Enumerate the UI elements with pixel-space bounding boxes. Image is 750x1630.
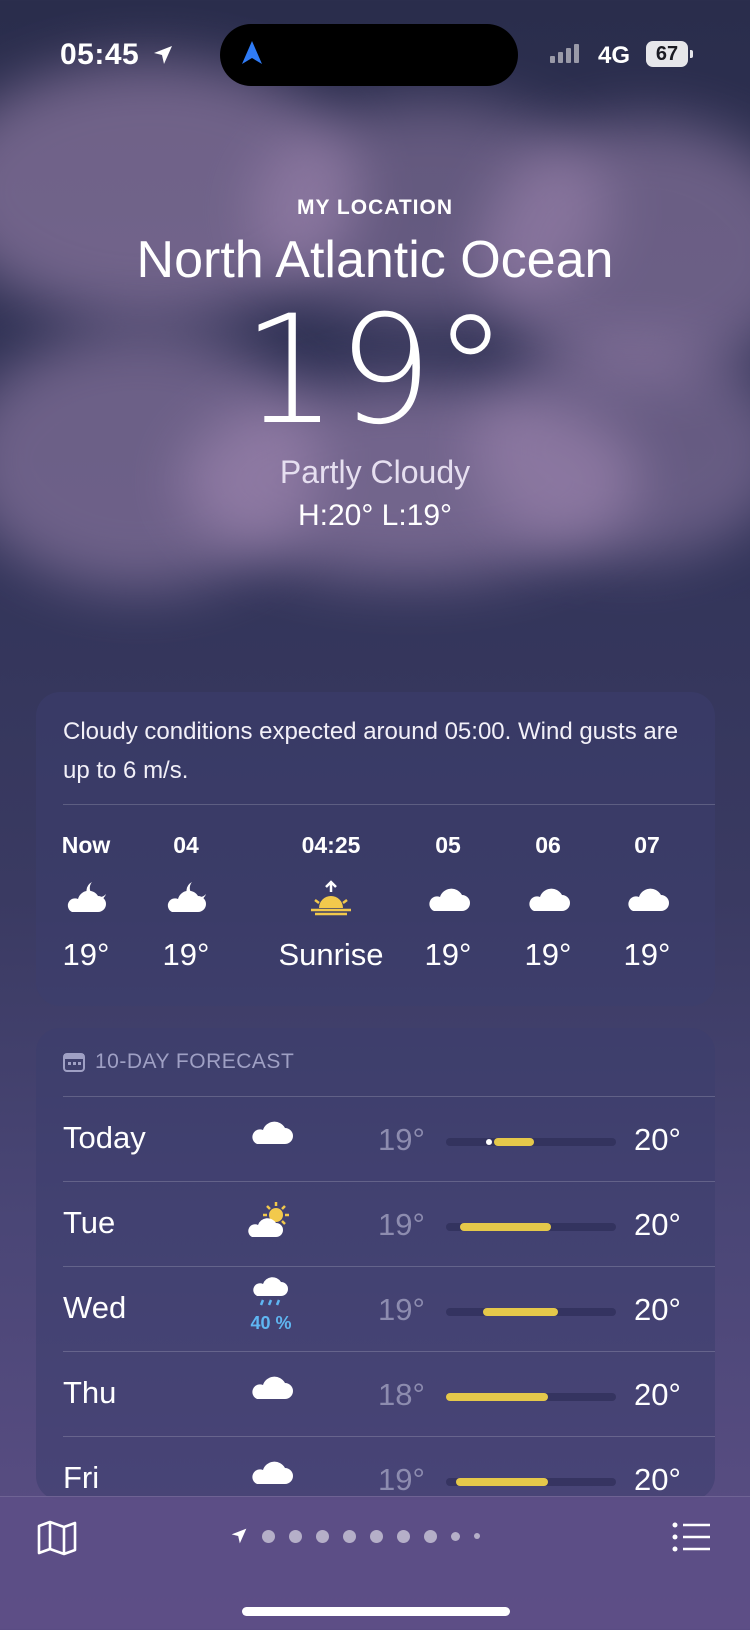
location-label: MY LOCATION (296, 196, 454, 219)
high-temp: 20° (634, 1462, 681, 1497)
cloud-icon (236, 1456, 306, 1491)
current-temp-dot (485, 1139, 492, 1145)
status-bar: 05:45 4G 67 (0, 0, 750, 110)
temp-range-fill (483, 1308, 559, 1316)
day-label: Tue (63, 1205, 116, 1240)
temp-range-bar (446, 1138, 616, 1146)
forecast-row[interactable]: Today 19° 20° (36, 1098, 715, 1184)
high-temp: 20° (634, 1207, 681, 1242)
hour-item: 04:25 Sunrise (261, 832, 401, 973)
low-temp: 19° (378, 1292, 425, 1327)
page-indicator[interactable] (230, 1527, 480, 1545)
partly-sunny-icon (236, 1201, 306, 1244)
list-icon[interactable] (672, 1521, 712, 1553)
temp-range-fill (459, 1223, 552, 1231)
home-indicator (242, 1607, 510, 1616)
low-temp: 19° (378, 1122, 425, 1157)
map-icon[interactable] (36, 1519, 78, 1557)
sunrise-icon (261, 873, 401, 923)
forecast-summary: Cloudy conditions expected around 05:00.… (63, 718, 679, 784)
current-temperature: 19° (242, 284, 508, 458)
low-temp: 19° (378, 1462, 425, 1497)
temp-range-bar (446, 1308, 616, 1316)
divider (63, 1266, 715, 1267)
network-type: 4G (598, 42, 631, 69)
bottom-toolbar (0, 1496, 750, 1630)
temp-range-bar (446, 1223, 616, 1231)
dynamic-island (220, 24, 518, 86)
battery-icon: 67 (646, 41, 693, 67)
location-arrow-icon (154, 46, 172, 64)
divider (63, 1436, 715, 1437)
location-name: North Atlantic Ocean (136, 231, 614, 289)
forecast-row[interactable]: Tue 19° 20° (36, 1183, 715, 1269)
page-dot (316, 1529, 329, 1543)
hourly-forecast-card[interactable]: Cloudy conditions expected around 05:00.… (36, 692, 715, 1006)
cloud-icon (236, 1371, 306, 1406)
page-dot (424, 1529, 437, 1543)
forecast-row[interactable]: Fri 19° 20° (36, 1438, 715, 1500)
temp-range-fill (446, 1393, 548, 1401)
forecast-header: 10-DAY FORECAST (63, 1050, 294, 1074)
hour-item: 04 19° (126, 832, 246, 973)
forecast-row[interactable]: Thu 18° 20° (36, 1353, 715, 1439)
hourly-scroller[interactable]: Now 19° 04 19° 04:25 Sunrise 05 19° 06 1… (36, 832, 715, 992)
navigation-arrow-icon (242, 41, 262, 64)
temp-range-fill (456, 1478, 548, 1486)
location-arrow-icon (231, 1528, 247, 1544)
temp-range-bar (446, 1393, 616, 1401)
calendar-icon (63, 1053, 85, 1072)
divider (63, 1351, 715, 1352)
precip-chance: 40 % (250, 1313, 292, 1333)
partly-cloudy-night-icon (126, 873, 246, 923)
divider (63, 1181, 715, 1182)
day-label: Wed (63, 1290, 127, 1325)
page-dot (289, 1529, 302, 1543)
cloud-icon (236, 1116, 306, 1151)
divider (63, 1096, 715, 1097)
forecast-title: 10-DAY FORECAST (95, 1050, 295, 1073)
page-dot (343, 1529, 356, 1543)
ten-day-forecast-card[interactable]: 10-DAY FORECAST Today 19° 20° Tue 19° 20… (36, 1028, 715, 1500)
high-temp: 20° (634, 1122, 681, 1157)
high-low: H:20° L:19° (297, 499, 453, 532)
current-weather: MY LOCATION North Atlantic Ocean 19° Par… (0, 196, 750, 533)
status-time: 05:45 (60, 38, 140, 71)
day-label: Fri (63, 1460, 100, 1495)
hour-item: 07 19° (587, 832, 707, 973)
page-dot (397, 1529, 410, 1543)
forecast-row[interactable]: Wed 40 % 19° 20° (36, 1268, 715, 1354)
cloud-icon (587, 873, 707, 923)
condition: Partly Cloudy (279, 454, 471, 490)
day-label: Thu (63, 1375, 117, 1410)
page-dot (370, 1529, 383, 1543)
page-dot (474, 1533, 480, 1539)
high-temp: 20° (634, 1292, 681, 1327)
page-dot (262, 1529, 275, 1543)
day-label: Today (63, 1120, 146, 1155)
low-temp: 19° (378, 1207, 425, 1242)
low-temp: 18° (378, 1377, 425, 1412)
divider (63, 804, 715, 805)
high-temp: 20° (634, 1377, 681, 1412)
cellular-signal-icon (550, 44, 579, 63)
temp-range-fill (493, 1138, 535, 1146)
temp-range-bar (446, 1478, 616, 1486)
rain-cloud-icon: 40 % (236, 1276, 306, 1334)
page-dot (451, 1531, 460, 1541)
